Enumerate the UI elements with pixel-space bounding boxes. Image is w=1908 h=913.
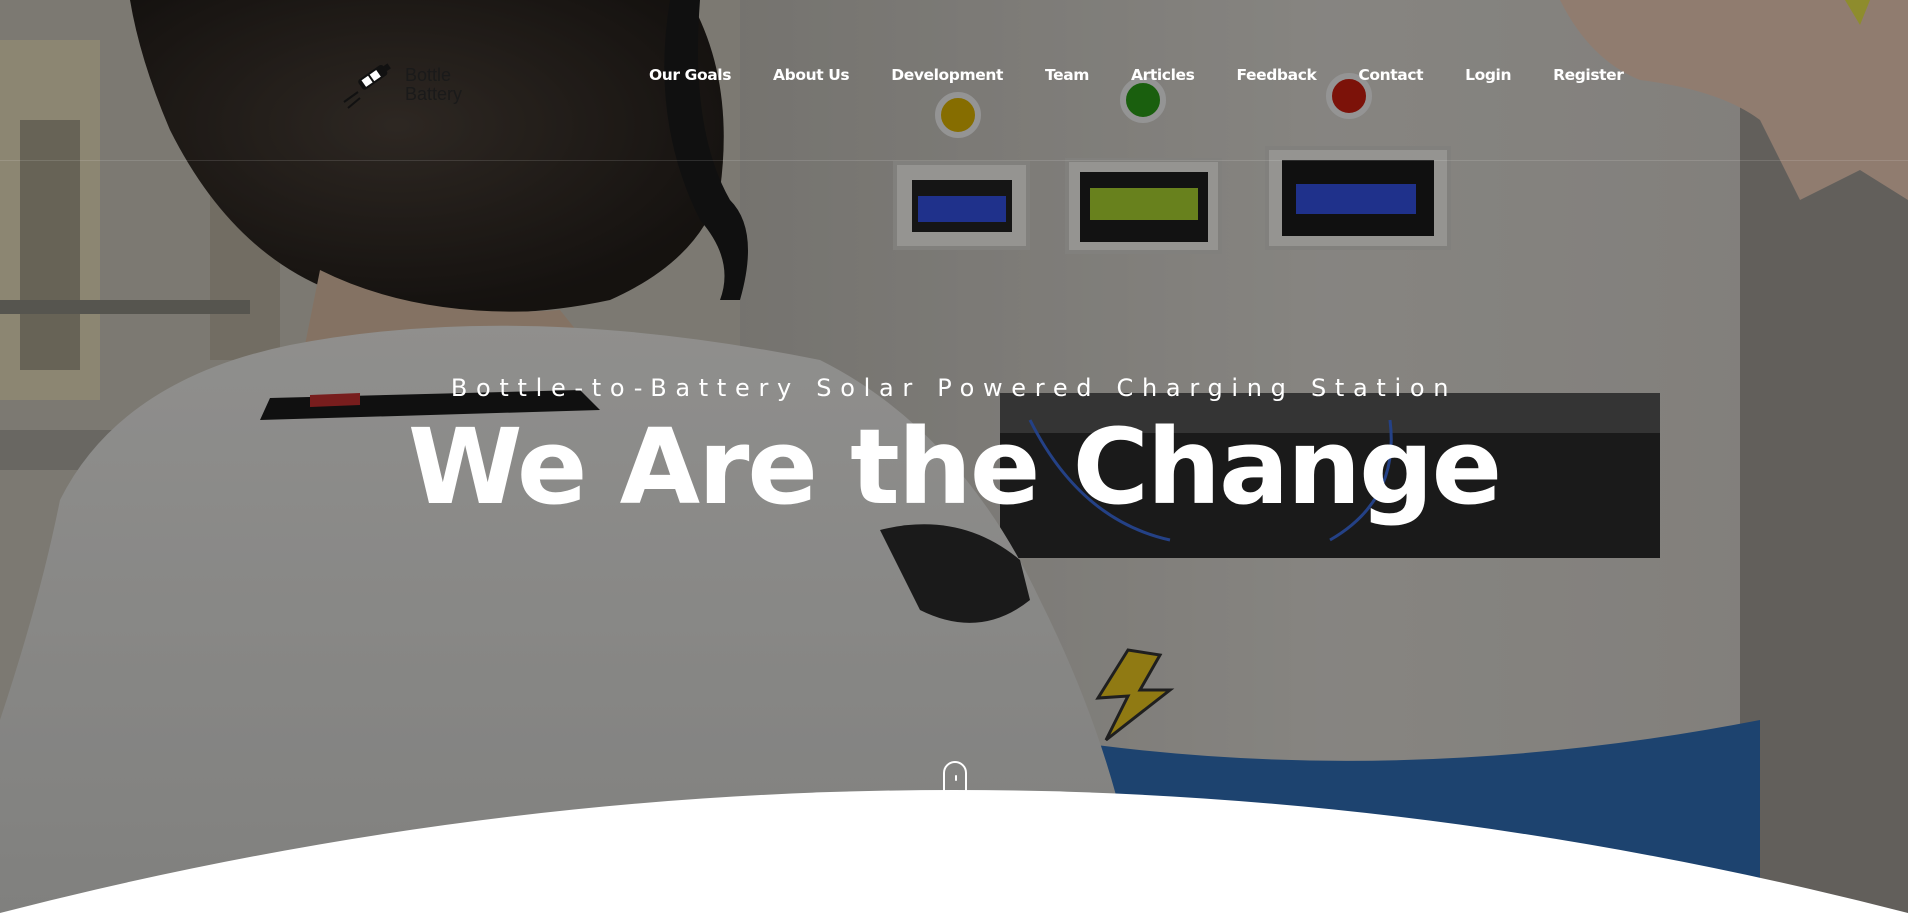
nav-link-about-us[interactable]: About Us bbox=[773, 66, 850, 84]
logo-line-1: Bottle bbox=[405, 65, 452, 85]
site-logo[interactable]: Bottle Battery bbox=[340, 42, 490, 112]
nav-link-team[interactable]: Team bbox=[1045, 66, 1089, 84]
nav-link-development[interactable]: Development bbox=[891, 66, 1003, 84]
bottle-battery-logo-icon bbox=[343, 63, 391, 109]
mouse-wheel-dot bbox=[955, 775, 957, 781]
main-nav: Our Goals About Us Development Team Arti… bbox=[649, 66, 1666, 84]
site-header: Bottle Battery Our Goals About Us Develo… bbox=[0, 0, 1908, 161]
nav-link-login[interactable]: Login bbox=[1465, 66, 1511, 84]
logo-wordmark: Bottle Battery bbox=[405, 66, 462, 104]
nav-link-articles[interactable]: Articles bbox=[1131, 66, 1195, 84]
nav-link-feedback[interactable]: Feedback bbox=[1236, 66, 1316, 84]
nav-link-register[interactable]: Register bbox=[1553, 66, 1624, 84]
nav-link-our-goals[interactable]: Our Goals bbox=[649, 66, 731, 84]
hero-tagline: Bottle-to-Battery Solar Powered Charging… bbox=[450, 374, 1458, 402]
hero-bottom-curve bbox=[0, 790, 1908, 913]
logo-line-2: Battery bbox=[405, 84, 463, 104]
hero-headline: We Are the Change bbox=[407, 406, 1502, 528]
hero-section: Bottle Battery Our Goals About Us Develo… bbox=[0, 0, 1908, 913]
nav-link-contact[interactable]: Contact bbox=[1358, 66, 1423, 84]
